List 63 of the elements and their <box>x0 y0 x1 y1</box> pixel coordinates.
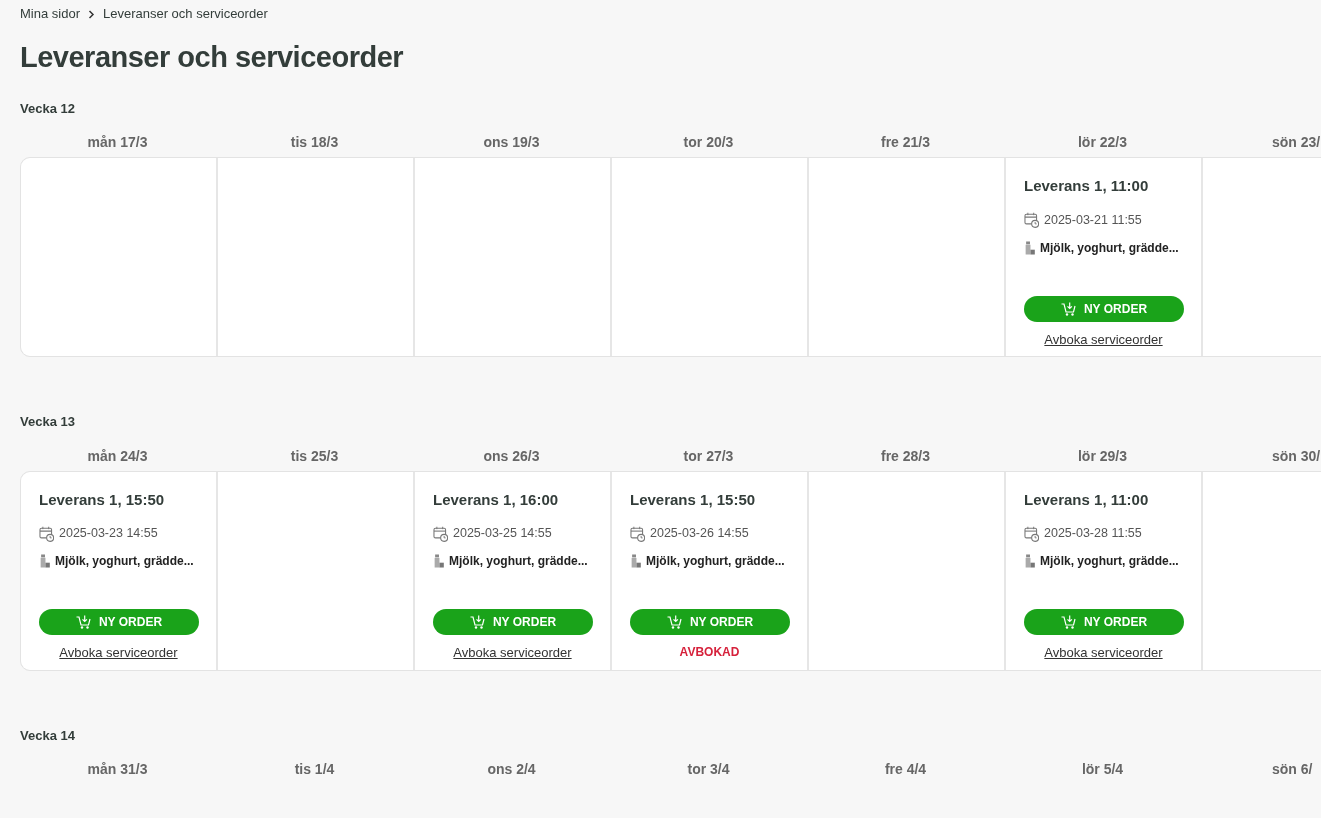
bottle-icon <box>1024 554 1035 569</box>
order-time: 2025-03-25 14:55 <box>453 525 552 543</box>
delivery-title: Leverans 1, 15:50 <box>39 489 166 510</box>
day-header: fre 4/4 <box>884 760 927 780</box>
product-list: Mjölk, yoghurt, grädde... <box>1040 552 1179 571</box>
delivery-title: Leverans 1, 11:00 <box>1024 489 1150 510</box>
cancel-link[interactable]: Avboka serviceorder <box>1044 643 1163 663</box>
day-header: tor 3/4 <box>687 760 730 780</box>
cart-icon <box>469 615 485 630</box>
day-header: ons 26/3 <box>483 446 540 466</box>
bottle-icon <box>630 554 641 569</box>
day-header: mån 17/3 <box>87 133 148 153</box>
cart-icon <box>666 615 682 630</box>
day-header: sön 30/ <box>1272 446 1321 466</box>
bottle-icon <box>433 554 444 569</box>
breadcrumb-link[interactable]: Mina sidor <box>20 4 80 24</box>
day-header: lör 5/4 <box>1081 760 1124 780</box>
week-label: Vecka 14 <box>20 726 76 745</box>
day-header: ons 2/4 <box>487 760 536 780</box>
week-label: Vecka 13 <box>20 413 76 432</box>
day-header: ons 19/3 <box>483 133 540 153</box>
calendar-clock-icon <box>433 525 448 542</box>
day-header: tis 18/3 <box>290 133 339 153</box>
day-header: fre 21/3 <box>880 133 930 153</box>
day-header: tor 20/3 <box>683 133 734 153</box>
product-list: Mjölk, yoghurt, grädde... <box>1040 238 1179 257</box>
day-header: tis 1/4 <box>294 760 335 780</box>
day-header: sön 23/ <box>1272 133 1321 153</box>
week-label: Vecka 12 <box>20 99 76 118</box>
cancel-link[interactable]: Avboka serviceorder <box>1044 329 1163 350</box>
page-title: Leveranser och serviceorder <box>20 40 405 75</box>
delivery-title: Leverans 1, 16:00 <box>433 489 560 510</box>
cancel-link[interactable]: Avboka serviceorder <box>59 643 178 663</box>
day-header: sön 6/ <box>1272 760 1313 780</box>
delivery-title: Leverans 1, 11:00 <box>1024 176 1150 197</box>
cart-icon <box>75 615 91 630</box>
breadcrumb-current: Leveranser och serviceorder <box>102 5 268 24</box>
day-header: tor 27/3 <box>683 446 734 466</box>
day-header: tis 25/3 <box>290 446 339 466</box>
day-header: mån 24/3 <box>87 446 148 466</box>
day-header: fre 28/3 <box>880 446 930 466</box>
chevron-icon <box>87 9 95 19</box>
calendar-clock-icon <box>39 525 54 542</box>
bottle-icon <box>1024 240 1035 255</box>
day-header: lör 29/3 <box>1078 446 1127 466</box>
order-time: 2025-03-21 11:55 <box>1044 211 1142 229</box>
cancelled-status: AVBOKAD <box>679 644 740 662</box>
order-time: 2025-03-28 11:55 <box>1044 525 1142 543</box>
order-time: 2025-03-23 14:55 <box>59 525 158 543</box>
order-time: 2025-03-26 14:55 <box>650 525 749 543</box>
bottle-icon <box>39 554 50 569</box>
delivery-title: Leverans 1, 15:50 <box>630 489 757 510</box>
cart-icon <box>1060 301 1076 316</box>
cart-icon <box>1060 615 1076 630</box>
day-header: mån 31/3 <box>87 760 148 780</box>
calendar-clock-icon <box>630 525 645 542</box>
product-list: Mjölk, yoghurt, grädde... <box>646 552 785 571</box>
calendar-clock-icon <box>1024 525 1039 542</box>
product-list: Mjölk, yoghurt, grädde... <box>449 552 588 571</box>
cancel-link[interactable]: Avboka serviceorder <box>453 643 572 663</box>
day-header: lör 22/3 <box>1078 133 1127 153</box>
calendar-clock-icon <box>1024 212 1039 229</box>
product-list: Mjölk, yoghurt, grädde... <box>55 552 194 571</box>
